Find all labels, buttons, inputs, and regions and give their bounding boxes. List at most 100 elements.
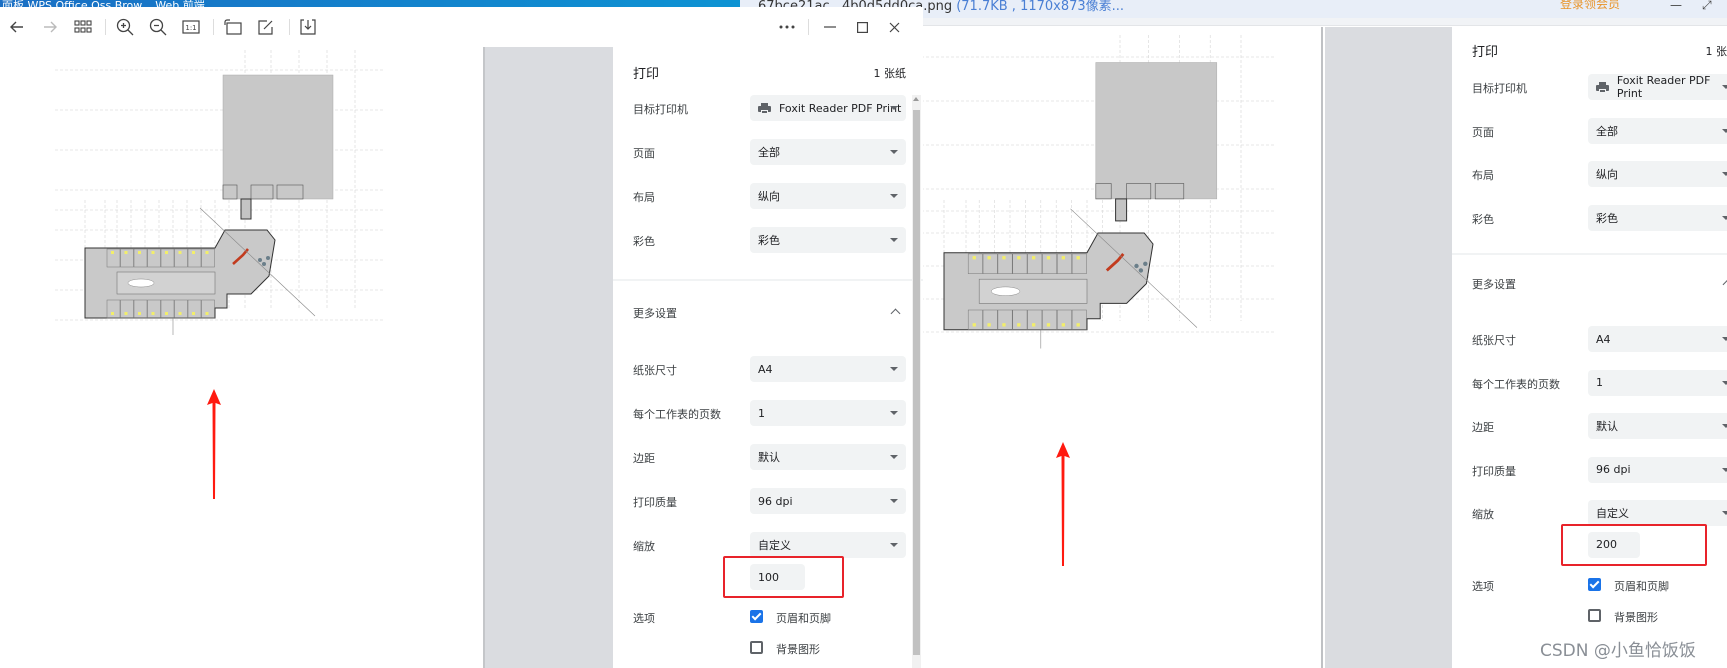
field-label: 打印质量 (633, 496, 677, 509)
select-more-2[interactable]: 默认 (750, 444, 906, 470)
select-value: 1 (1596, 376, 1603, 389)
close-icon[interactable] (884, 17, 904, 37)
select-0[interactable]: Foxit Reader PDF Print (750, 95, 906, 121)
corridor (240, 198, 252, 220)
select-more-1[interactable]: 1 (1588, 369, 1727, 396)
edit-icon[interactable] (256, 17, 276, 37)
desk-light (1032, 256, 1036, 260)
checkbox-unchecked[interactable] (750, 641, 763, 654)
section-divider (613, 279, 923, 281)
select-more-4[interactable]: 自定义 (750, 532, 906, 558)
scroll-up-arrow[interactable] (913, 97, 919, 101)
chevron-down-icon (890, 543, 898, 547)
minimize-icon[interactable] (820, 17, 840, 37)
watermark: CSDN @小鱼恰饭饭 (1540, 641, 1696, 661)
checkbox-checked[interactable] (750, 610, 763, 623)
field-label: 每个工作表的页数 (633, 408, 721, 421)
floor-plan-2 (923, 35, 1274, 349)
chevron-down-icon (1722, 337, 1727, 341)
viewer-toolbar: 1:1 (0, 7, 923, 47)
printer-icon (1596, 81, 1609, 93)
login-link[interactable]: 登录领会员 (1560, 0, 1620, 12)
select-value: A4 (758, 362, 773, 376)
scale-input[interactable]: 100 (750, 564, 805, 590)
checkbox-label: 页眉和页脚 (1614, 579, 1669, 593)
options-label: 选项 (1472, 579, 1494, 593)
warehouse-block (222, 74, 334, 200)
chevron-down-icon (1722, 215, 1727, 220)
desk-light (165, 312, 168, 315)
checkbox-label: 页眉和页脚 (776, 612, 831, 625)
rotate-icon[interactable] (223, 17, 243, 37)
zoom-out-icon[interactable] (148, 17, 168, 37)
select-value: 96 dpi (758, 494, 793, 508)
checkbox-checked[interactable] (1588, 577, 1601, 591)
zoom-in-icon[interactable] (115, 17, 135, 37)
chevron-up-icon[interactable] (1722, 279, 1727, 290)
desk-light (151, 251, 155, 254)
download-icon[interactable] (298, 17, 318, 37)
select-value: 纵向 (758, 190, 780, 203)
select-value: 默认 (1596, 420, 1618, 433)
select-value: Foxit Reader PDF Print (779, 101, 902, 115)
meeting-table (127, 278, 155, 288)
panel-title: 打印 (633, 67, 660, 82)
print-settings-panel-2: 打印 1 张纸目标打印机 Foxit Reader PDF Print 页面 全部布局 纵… (1452, 27, 1727, 668)
select-value: Foxit Reader PDF Print (1616, 74, 1711, 100)
chevron-down-icon (890, 411, 898, 415)
grid-view-icon[interactable] (73, 17, 93, 37)
round-table (262, 262, 266, 266)
maximize-icon[interactable] (852, 17, 872, 37)
desk-light (972, 256, 976, 260)
chevron-up-icon[interactable] (890, 308, 901, 319)
chevron-down-icon (1722, 85, 1727, 89)
forward-arrow-icon[interactable] (40, 17, 60, 37)
desk-light (1002, 256, 1006, 260)
select-0[interactable]: Foxit Reader PDF Print (1588, 74, 1727, 100)
select-more-0[interactable]: A4 (1588, 326, 1727, 352)
scale-input[interactable]: 200 (1588, 531, 1640, 558)
chevron-down-icon (890, 238, 898, 242)
checkbox-label: 背景图形 (776, 643, 820, 656)
chevron-down-icon (1722, 424, 1727, 428)
sheet-count: 1 张纸 (873, 67, 907, 80)
desk-light (205, 312, 209, 315)
options-label: 选项 (633, 612, 655, 625)
checkbox-unchecked[interactable] (1588, 608, 1601, 622)
desk-light (192, 251, 195, 254)
select-more-0[interactable]: A4 (750, 356, 906, 382)
chevron-down-icon (1722, 380, 1727, 385)
more-icon[interactable] (777, 17, 797, 37)
select-3[interactable]: 彩色 (750, 227, 906, 253)
scrollbar-thumb[interactable] (913, 110, 920, 655)
actual-size-icon[interactable]: 1:1 (181, 17, 201, 37)
field-label: 布局 (1472, 169, 1494, 182)
select-1[interactable]: 全部 (1588, 117, 1727, 144)
field-label: 布局 (633, 191, 655, 204)
back-arrow-icon[interactable] (7, 17, 27, 37)
select-2[interactable]: 纵向 (750, 183, 906, 209)
restore-icon[interactable]: ⤢ (1702, 0, 1712, 13)
select-more-1[interactable]: 1 (750, 400, 906, 426)
preview-background-1 (483, 47, 613, 668)
desk-light (178, 251, 182, 254)
select-3[interactable]: 彩色 (1588, 204, 1727, 231)
select-more-2[interactable]: 默认 (1588, 413, 1727, 439)
desk-light (1076, 323, 1080, 327)
more-settings-toggle[interactable]: 更多设置 (633, 305, 677, 321)
select-more-4[interactable]: 自定义 (1588, 500, 1727, 526)
more-settings-toggle[interactable]: 更多设置 (1472, 276, 1516, 292)
round-table (1138, 268, 1144, 273)
select-2[interactable]: 纵向 (1588, 161, 1727, 187)
desk-light (1046, 256, 1051, 260)
minimize-icon[interactable]: — (1670, 0, 1682, 12)
select-value: 彩色 (758, 234, 780, 247)
select-more-3[interactable]: 96 dpi (1588, 456, 1727, 483)
desk-light (165, 251, 168, 254)
select-1[interactable]: 全部 (750, 139, 906, 165)
select-value: 1 (758, 406, 765, 420)
field-label: 目标打印机 (1472, 82, 1527, 95)
taskbar: 面板 WPS Office Oss Brow... Web 前端 (0, 0, 740, 7)
warehouse-block (1095, 62, 1218, 200)
select-more-3[interactable]: 96 dpi (750, 488, 906, 514)
